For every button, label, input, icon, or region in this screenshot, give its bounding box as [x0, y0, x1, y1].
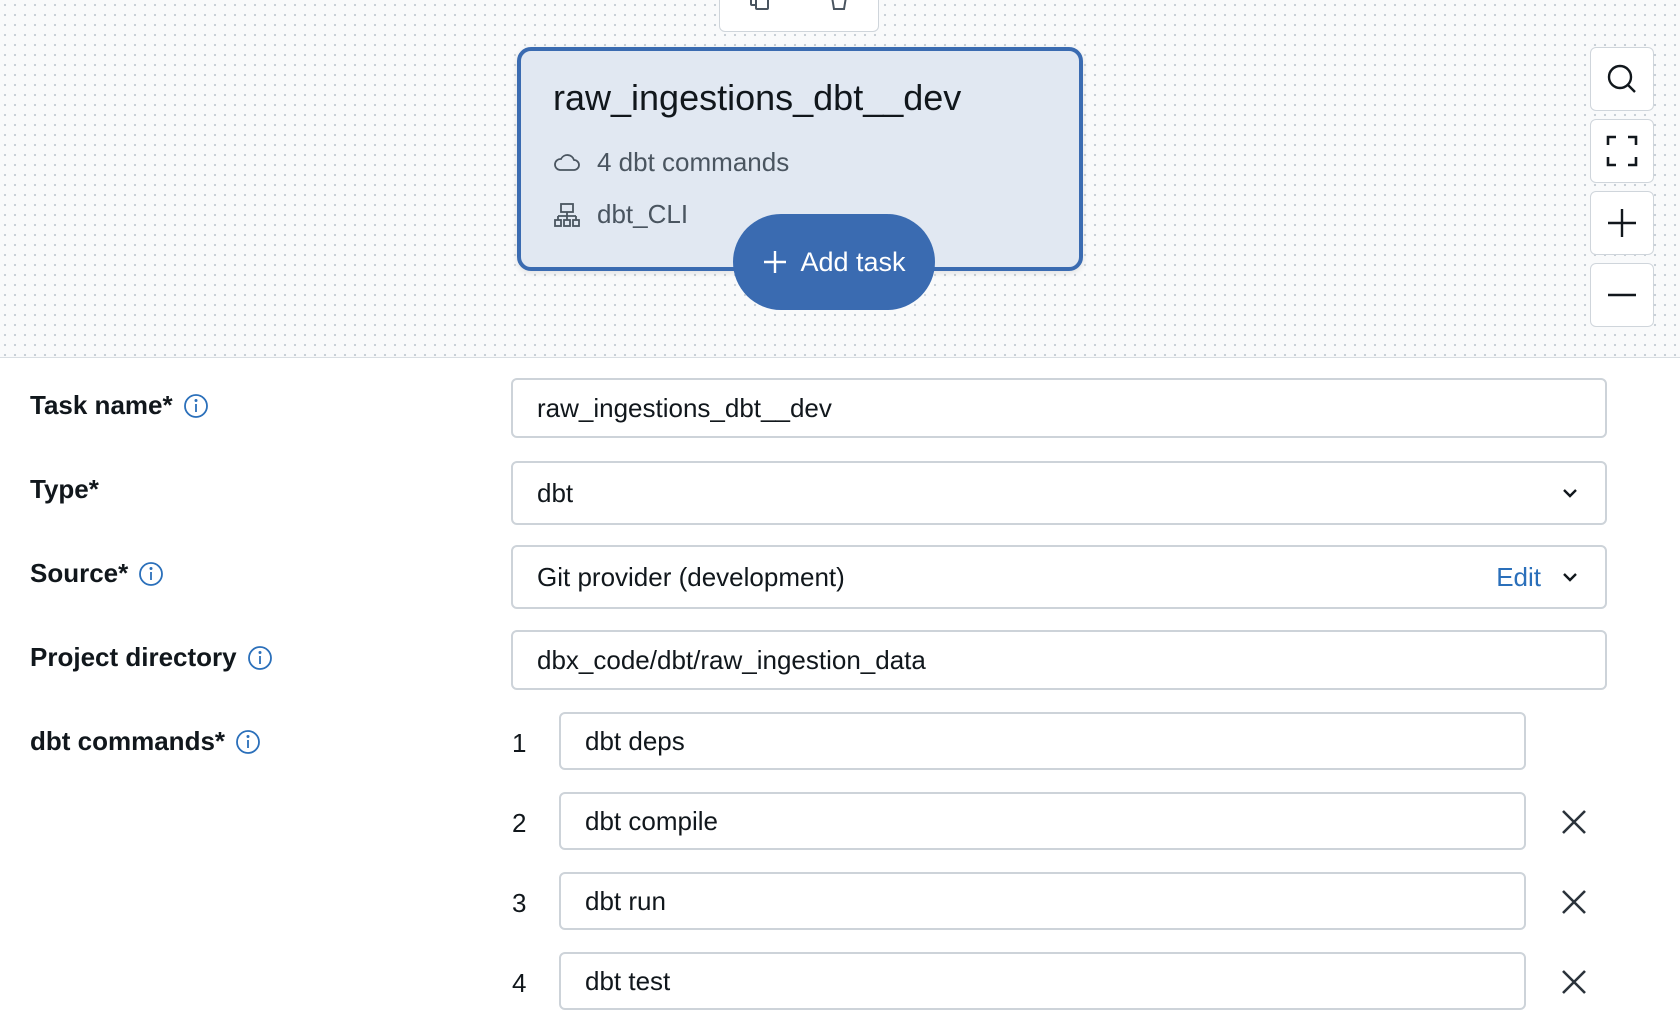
command-input[interactable]: dbt deps — [559, 712, 1526, 770]
copy-icon[interactable] — [748, 0, 770, 19]
source-label: Source* — [30, 558, 129, 588]
add-task-button[interactable]: Add task — [733, 214, 935, 310]
dbt-commands-label-group: dbt commands* — [30, 726, 261, 757]
remove-command-button[interactable] — [1556, 964, 1592, 1000]
command-value: dbt deps — [585, 725, 685, 756]
close-icon — [1562, 890, 1586, 914]
chevron-down-icon — [1563, 573, 1577, 582]
project-directory-input[interactable]: dbx_code/dbt/raw_ingestion_data — [511, 630, 1607, 690]
node-toolbar — [719, 0, 879, 32]
node-title: raw_ingestions_dbt__dev — [553, 77, 962, 118]
task-name-value: raw_ingestions_dbt__dev — [537, 392, 832, 423]
type-label: Type* — [30, 474, 99, 504]
project-directory-label-group: Project directory — [30, 642, 273, 673]
command-number: 1 — [512, 728, 527, 758]
info-icon[interactable] — [138, 561, 164, 587]
info-icon[interactable] — [247, 645, 273, 671]
task-name-input[interactable]: raw_ingestions_dbt__dev — [511, 378, 1607, 438]
cloud-icon — [554, 153, 580, 171]
info-icon[interactable] — [183, 393, 209, 419]
node-commands-row: 4 dbt commands — [553, 147, 789, 178]
project-directory-label: Project directory — [30, 642, 237, 672]
command-value: dbt run — [585, 885, 666, 916]
dbt-commands-label: dbt commands* — [30, 726, 226, 756]
node-compute-row: dbt_CLI — [553, 199, 688, 230]
project-directory-value: dbx_code/dbt/raw_ingestion_data — [537, 644, 926, 675]
search-icon — [1607, 64, 1636, 93]
command-number: 4 — [512, 968, 527, 998]
zoom-in-button[interactable] — [1590, 191, 1654, 255]
type-label-group: Type* — [30, 474, 99, 505]
close-icon — [1562, 970, 1586, 994]
command-input[interactable]: dbt test — [559, 952, 1526, 1010]
command-value: dbt test — [585, 965, 671, 996]
source-label-group: Source* — [30, 558, 164, 589]
command-number: 3 — [512, 888, 527, 918]
node-compute-name: dbt_CLI — [597, 199, 689, 229]
source-value: Git provider (development) — [537, 561, 845, 592]
chevron-down-icon — [1563, 489, 1577, 498]
dag-canvas[interactable]: raw_ingestions_dbt__dev 4 dbt commands d… — [0, 0, 1680, 358]
type-select[interactable]: dbt — [511, 461, 1607, 525]
command-number: 2 — [512, 808, 527, 838]
type-value: dbt — [537, 477, 574, 508]
source-edit-link[interactable]: Edit — [1496, 562, 1541, 593]
fit-view-icon — [1606, 135, 1638, 167]
command-input[interactable]: dbt run — [559, 872, 1526, 930]
node-commands-summary: 4 dbt commands — [597, 147, 790, 177]
add-task-label: Add task — [800, 246, 906, 277]
plus-icon — [764, 251, 787, 273]
cluster-icon — [554, 202, 580, 227]
delete-icon[interactable] — [828, 0, 850, 19]
zoom-out-button[interactable] — [1590, 263, 1654, 327]
remove-command-button[interactable] — [1556, 884, 1592, 920]
remove-command-button[interactable] — [1556, 804, 1592, 840]
task-name-label: Task name* — [30, 390, 173, 420]
info-icon[interactable] — [235, 729, 261, 755]
close-icon — [1562, 810, 1586, 834]
command-value: dbt compile — [585, 805, 718, 836]
command-input[interactable]: dbt compile — [559, 792, 1526, 850]
task-name-label-group: Task name* — [30, 390, 209, 421]
search-button[interactable] — [1590, 47, 1654, 111]
zoom-out-icon — [1608, 293, 1636, 297]
fit-view-button[interactable] — [1590, 119, 1654, 183]
zoom-in-icon — [1608, 209, 1636, 237]
source-select[interactable]: Git provider (development) Edit — [511, 545, 1607, 609]
